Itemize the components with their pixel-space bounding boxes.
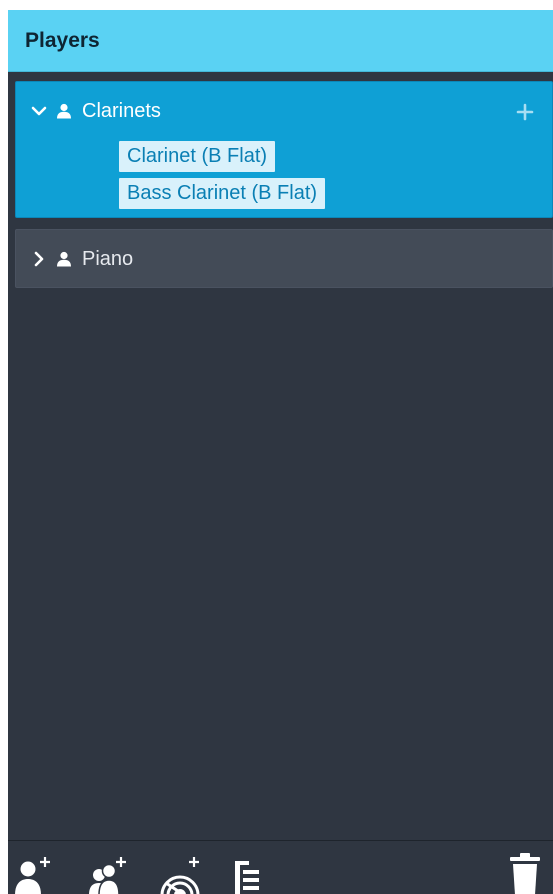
add-group-icon[interactable] [233, 853, 263, 894]
panel-title: Players [25, 29, 100, 52]
player-row-clarinets[interactable]: Clarinets [30, 98, 161, 124]
chevron-down-icon[interactable] [30, 102, 48, 120]
player-name: Piano [82, 248, 134, 270]
player-card-piano[interactable]: Piano [15, 229, 553, 288]
player-card-clarinets[interactable]: Clarinets Clarinet (B Flat) Bass Clarine… [15, 81, 553, 218]
player-row-piano[interactable]: Piano [30, 246, 133, 272]
add-section-player-icon[interactable] [88, 853, 130, 894]
players-panel-header: Players [8, 10, 553, 72]
add-percussion-kit-icon[interactable] [158, 853, 202, 894]
add-solo-player-icon[interactable] [14, 853, 54, 894]
players-toolbar [8, 840, 553, 894]
chevron-right-icon[interactable] [30, 250, 48, 268]
player-name: Clarinets [82, 100, 161, 122]
person-icon [57, 103, 71, 119]
instrument-chip-bass-clarinet[interactable]: Bass Clarinet (B Flat) [119, 178, 326, 209]
players-panel: Players Clarinets Clarinet (B Flat) Bass… [8, 10, 553, 894]
delete-icon[interactable] [508, 853, 542, 894]
add-instrument-icon[interactable] [516, 103, 534, 121]
person-icon [57, 251, 71, 267]
instrument-chip-clarinet[interactable]: Clarinet (B Flat) [119, 141, 276, 172]
